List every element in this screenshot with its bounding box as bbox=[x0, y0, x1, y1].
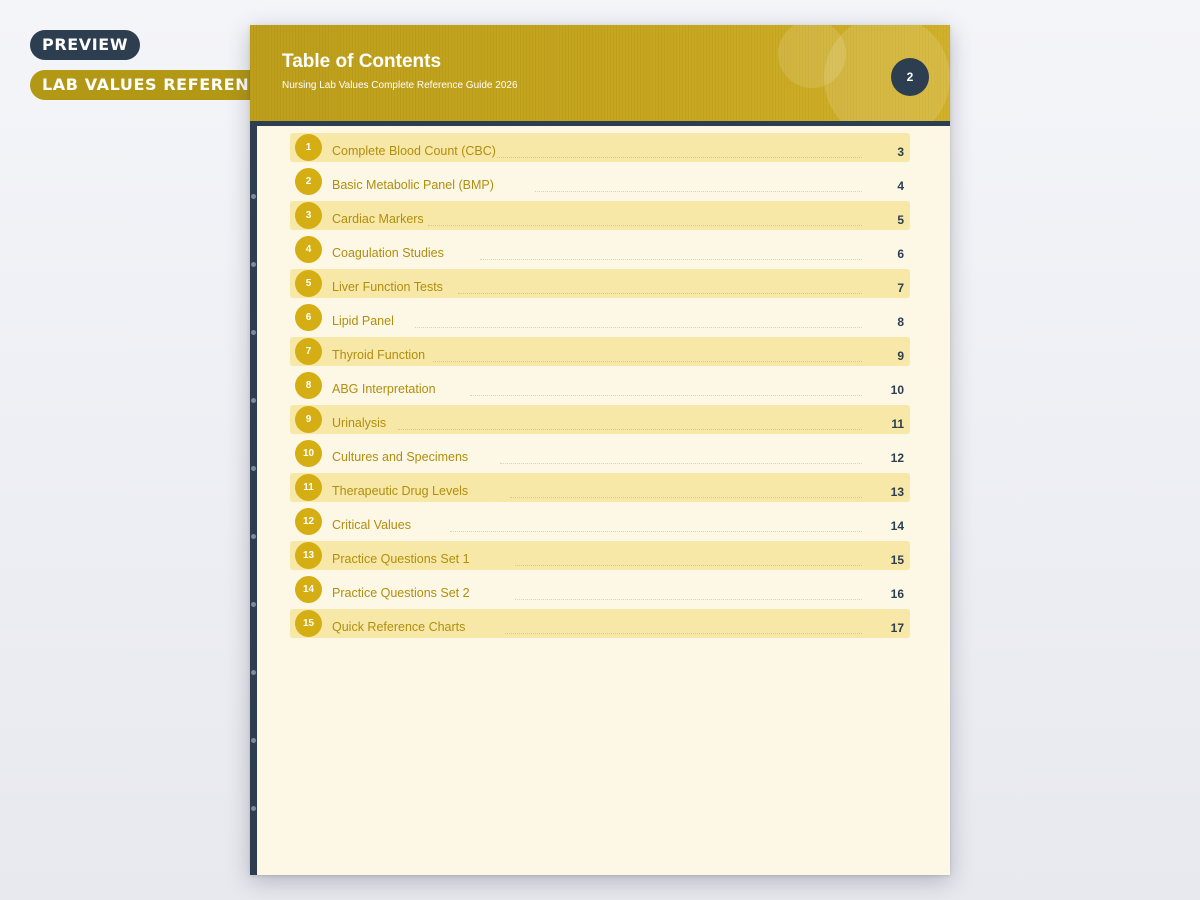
toc-item-page: 12 bbox=[890, 451, 904, 465]
toc-item[interactable]: 13 Practice Questions Set 1 15 bbox=[290, 541, 910, 570]
category-badge: LAB VALUES REFERENCE bbox=[30, 70, 286, 100]
toc-item-page: 10 bbox=[890, 383, 904, 397]
toc-item-number: 15 bbox=[295, 610, 322, 637]
toc-item-label: Basic Metabolic Panel (BMP) bbox=[332, 178, 494, 192]
toc-item[interactable]: 10 Cultures and Specimens 12 bbox=[290, 439, 910, 468]
binding-hole bbox=[251, 534, 256, 539]
toc-item-label: Cardiac Markers bbox=[332, 212, 424, 226]
toc-item-number: 6 bbox=[295, 304, 322, 331]
toc-item-label: ABG Interpretation bbox=[332, 382, 436, 396]
toc-item[interactable]: 15 Quick Reference Charts 17 bbox=[290, 609, 910, 638]
dot-leader bbox=[515, 599, 862, 600]
toc-item-page: 11 bbox=[891, 417, 904, 431]
binding-hole bbox=[251, 738, 256, 743]
binding-hole bbox=[251, 398, 256, 403]
toc-item-number: 4 bbox=[295, 236, 322, 263]
dot-leader bbox=[415, 327, 862, 328]
toc-item[interactable]: 8 ABG Interpretation 10 bbox=[290, 371, 910, 400]
binding-hole bbox=[251, 194, 256, 199]
toc-item-number: 12 bbox=[295, 508, 322, 535]
toc-item-number: 3 bbox=[295, 202, 322, 229]
toc-item-label: Lipid Panel bbox=[332, 314, 394, 328]
document-page: Table of Contents Nursing Lab Values Com… bbox=[250, 25, 950, 875]
binding-hole bbox=[251, 602, 256, 607]
header-divider bbox=[250, 121, 950, 126]
toc-item-page: 9 bbox=[897, 349, 904, 363]
toc-item-page: 15 bbox=[890, 553, 904, 567]
page-title: Table of Contents bbox=[282, 51, 442, 72]
binding-hole bbox=[251, 262, 256, 267]
dot-leader bbox=[398, 429, 862, 430]
toc-item-number: 2 bbox=[295, 168, 322, 195]
toc-item-label: Therapeutic Drug Levels bbox=[332, 484, 469, 498]
binding-hole bbox=[251, 330, 256, 335]
toc-item-page: 6 bbox=[897, 247, 904, 261]
toc-item[interactable]: 9 Urinalysis 11 bbox=[290, 405, 910, 434]
page-header: Table of Contents Nursing Lab Values Com… bbox=[250, 25, 950, 121]
dot-leader bbox=[505, 633, 862, 634]
binding-hole bbox=[251, 806, 256, 811]
page-subtitle: Nursing Lab Values Complete Reference Gu… bbox=[282, 80, 518, 91]
binding-spine bbox=[250, 126, 257, 875]
toc-item-number: 11 bbox=[295, 474, 322, 501]
toc-item-page: 8 bbox=[897, 315, 904, 329]
preview-badge: PREVIEW bbox=[30, 30, 141, 60]
toc-item-number: 9 bbox=[295, 406, 322, 433]
toc-item[interactable]: 11 Therapeutic Drug Levels 13 bbox=[290, 473, 910, 502]
dot-leader bbox=[470, 395, 862, 396]
toc-item[interactable]: 3 Cardiac Markers 5 bbox=[290, 201, 910, 230]
toc-item-page: 16 bbox=[890, 587, 904, 601]
toc-item[interactable]: 1 Complete Blood Count (CBC) 3 bbox=[290, 133, 910, 162]
toc-item-number: 8 bbox=[295, 372, 322, 399]
toc-item-label: Practice Questions Set 1 bbox=[332, 552, 470, 566]
toc-item-number: 13 bbox=[295, 542, 322, 569]
toc-item-label: Critical Values bbox=[332, 518, 411, 532]
dot-leader bbox=[500, 463, 862, 464]
toc-item-label: Complete Blood Count (CBC) bbox=[332, 144, 496, 158]
toc-item[interactable]: 12 Critical Values 14 bbox=[290, 507, 910, 536]
dot-leader bbox=[458, 293, 862, 294]
toc-item-page: 4 bbox=[897, 179, 904, 193]
binding-hole bbox=[251, 670, 256, 675]
dot-leader bbox=[428, 225, 862, 226]
dot-leader bbox=[480, 259, 862, 260]
toc-item-page: 14 bbox=[890, 519, 904, 533]
toc-item-number: 10 bbox=[295, 440, 322, 467]
dot-leader bbox=[433, 361, 862, 362]
dot-leader bbox=[493, 157, 862, 158]
dot-leader bbox=[515, 565, 862, 566]
toc-item[interactable]: 5 Liver Function Tests 7 bbox=[290, 269, 910, 298]
toc-item[interactable]: 6 Lipid Panel 8 bbox=[290, 303, 910, 332]
toc-item-number: 14 bbox=[295, 576, 322, 603]
toc-item[interactable]: 14 Practice Questions Set 2 16 bbox=[290, 575, 910, 604]
toc-item-label: Coagulation Studies bbox=[332, 246, 444, 260]
dot-leader bbox=[510, 497, 862, 498]
toc-item-number: 7 bbox=[295, 338, 322, 365]
toc-item-label: Liver Function Tests bbox=[332, 280, 443, 294]
toc-item-number: 1 bbox=[295, 134, 322, 161]
toc-item-page: 13 bbox=[890, 485, 904, 499]
toc-item-label: Thyroid Function bbox=[332, 348, 426, 362]
toc-item-label: Urinalysis bbox=[332, 416, 387, 430]
toc-item-label: Quick Reference Charts bbox=[332, 620, 466, 634]
toc-item[interactable]: 2 Basic Metabolic Panel (BMP) 4 bbox=[290, 167, 910, 196]
toc-item[interactable]: 4 Coagulation Studies 6 bbox=[290, 235, 910, 264]
toc-item[interactable]: 7 Thyroid Function 9 bbox=[290, 337, 910, 366]
binding-hole bbox=[251, 466, 256, 471]
toc-item-label: Cultures and Specimens bbox=[332, 450, 469, 464]
toc-item-page: 17 bbox=[890, 621, 904, 635]
toc-item-page: 3 bbox=[897, 145, 904, 159]
dot-leader bbox=[535, 191, 862, 192]
toc-item-page: 5 bbox=[897, 213, 904, 227]
dot-leader bbox=[450, 531, 862, 532]
page-number-badge: 2 bbox=[891, 58, 929, 96]
toc-item-label: Practice Questions Set 2 bbox=[332, 586, 470, 600]
toc-item-page: 7 bbox=[897, 281, 904, 295]
toc-item-number: 5 bbox=[295, 270, 322, 297]
